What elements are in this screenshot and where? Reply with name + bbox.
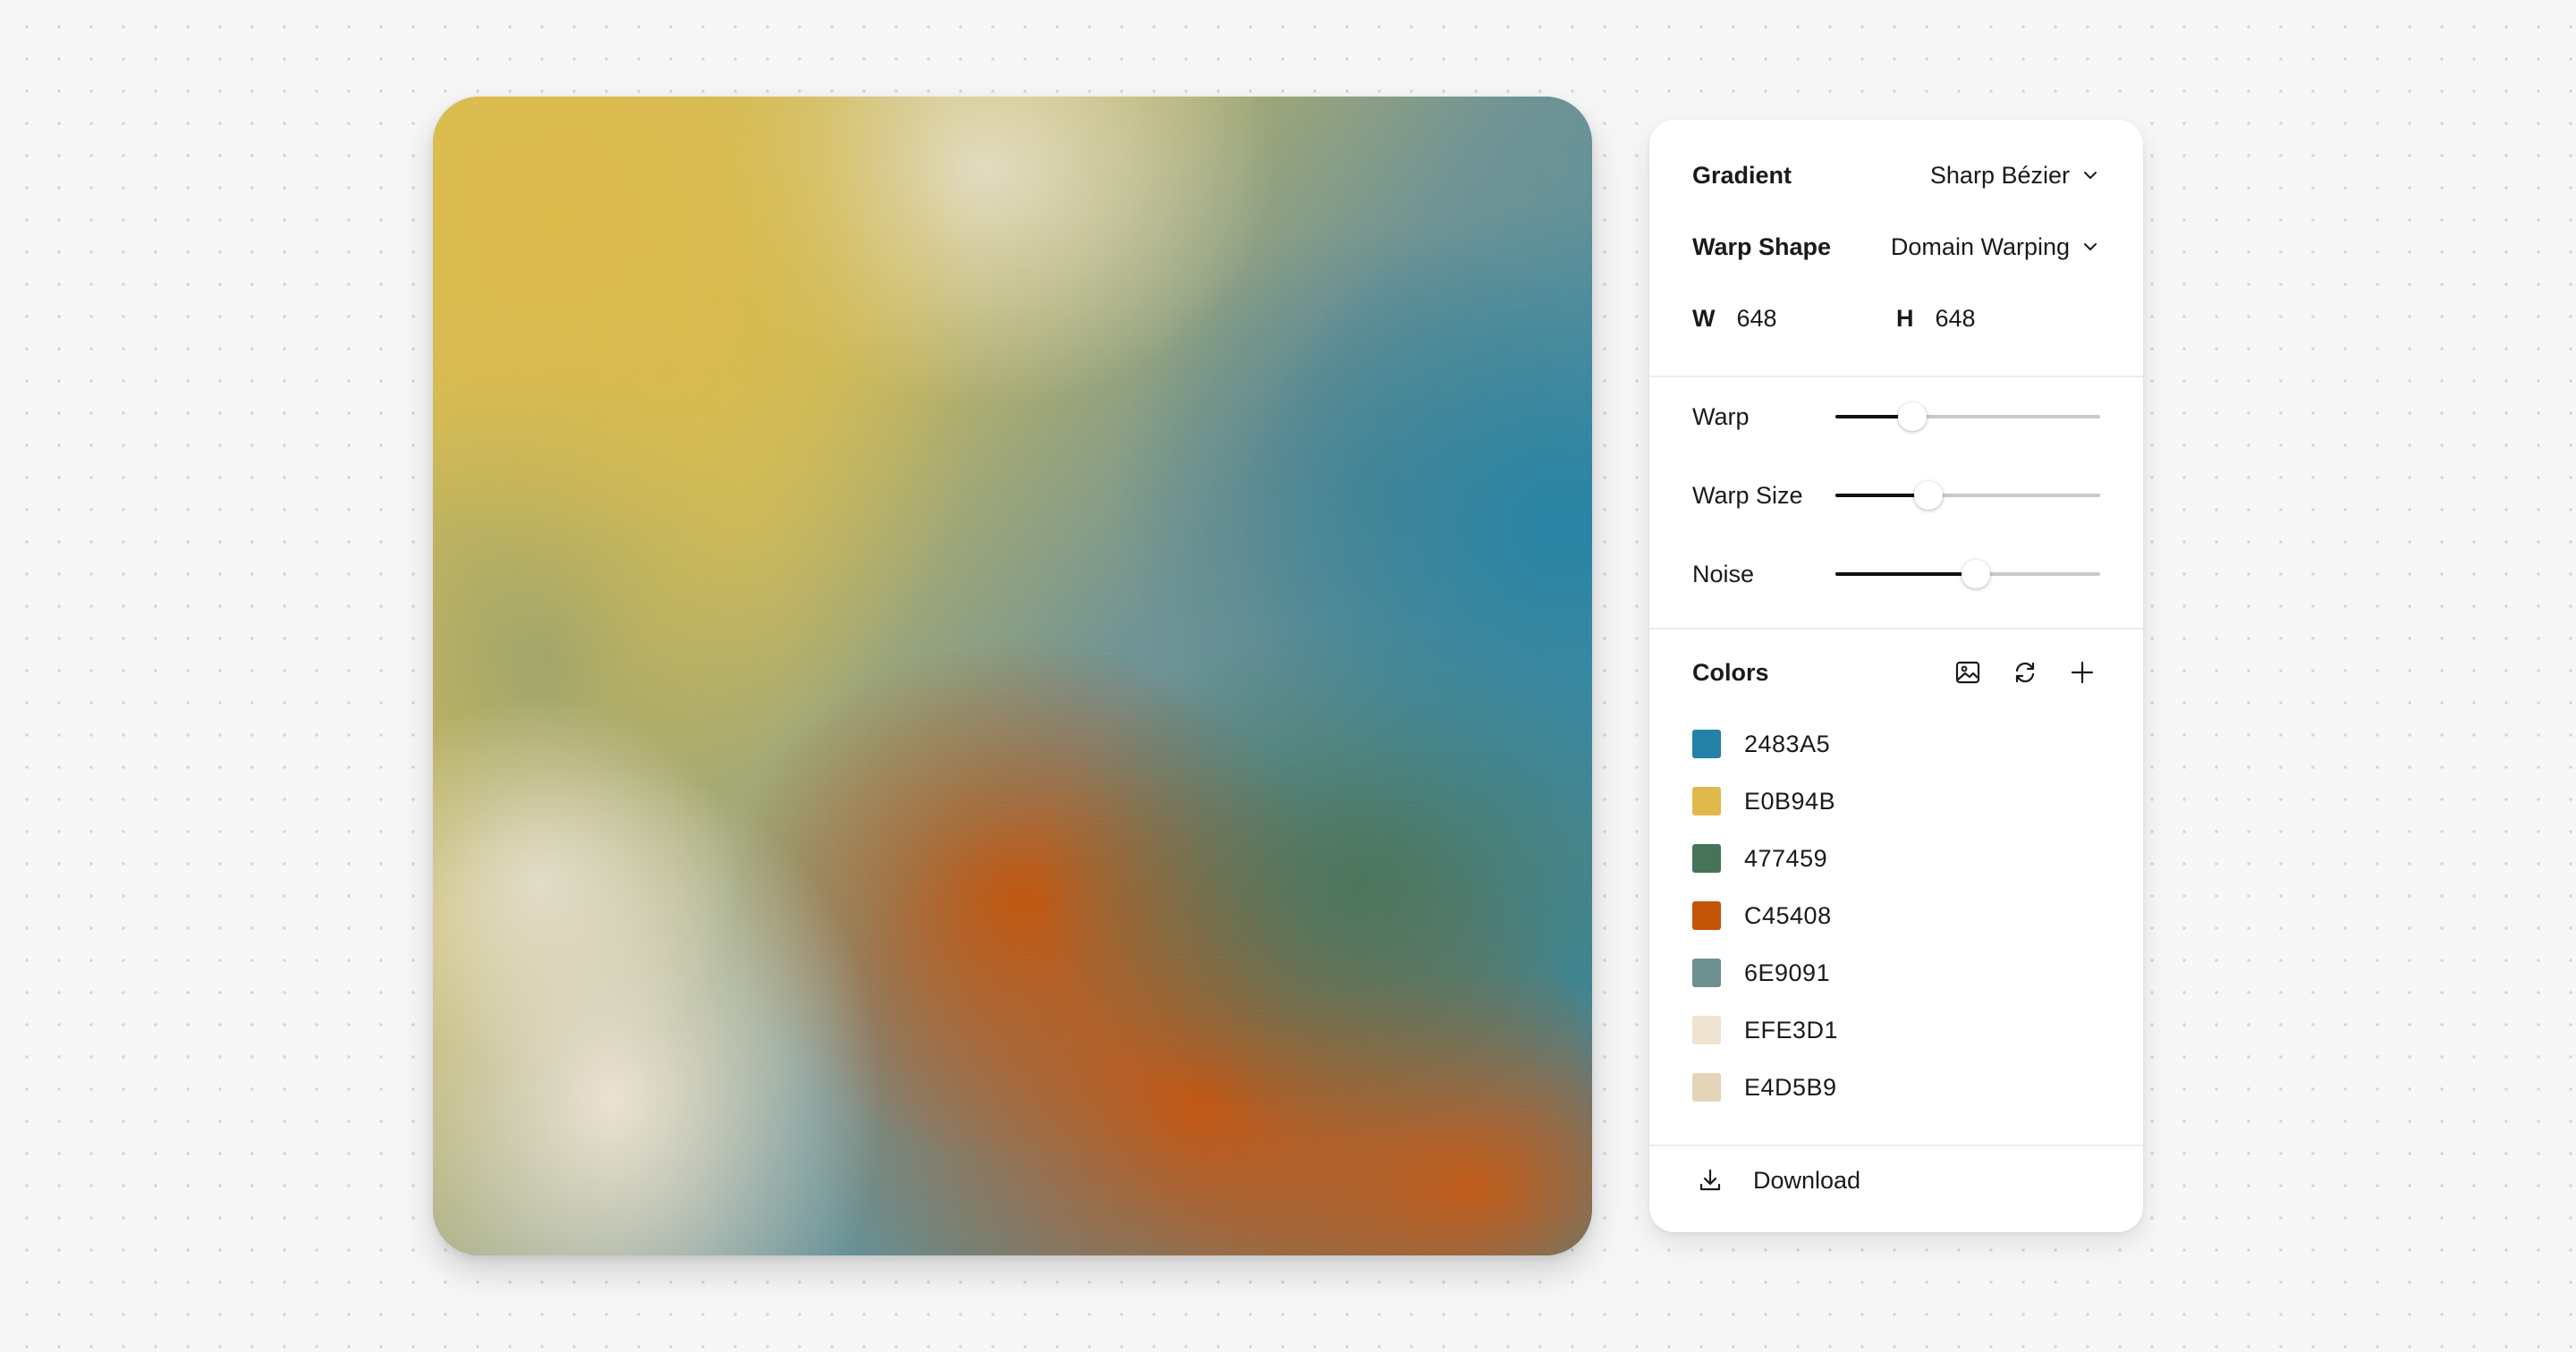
color-item[interactable]: C45408 (1692, 898, 1832, 934)
color-item[interactable]: 6E9091 (1692, 955, 1830, 991)
color-item[interactable]: 477459 (1692, 841, 1827, 876)
color-item[interactable]: E4D5B9 (1692, 1069, 1837, 1105)
dimensions-row: W 648 H 648 (1692, 293, 2100, 343)
chevron-down-icon (2080, 237, 2100, 257)
color-hex: E0B94B (1744, 787, 1836, 815)
noise-slider-row: Noise (1692, 549, 2100, 599)
download-button[interactable]: Download (1692, 1155, 1860, 1205)
warp-slider-row: Warp (1692, 392, 2100, 442)
download-label: Download (1753, 1166, 1861, 1194)
warp-label: Warp (1692, 402, 1750, 430)
image-icon[interactable] (1950, 655, 1986, 690)
color-hex: 477459 (1744, 844, 1828, 872)
gradient-canvas (433, 97, 1592, 1255)
plus-icon[interactable] (2064, 655, 2100, 690)
divider (1649, 1145, 2143, 1146)
warp-size-slider[interactable] (1835, 481, 2100, 510)
warp-slider-thumb[interactable] (1897, 402, 1927, 431)
divider (1649, 376, 2143, 377)
color-swatch[interactable] (1692, 730, 1721, 758)
chevron-down-icon (2080, 165, 2100, 185)
width-label: W (1692, 304, 1716, 332)
noise-slider-thumb[interactable] (1961, 560, 1990, 588)
color-hex: C45408 (1744, 901, 1832, 929)
height-value: 648 (1935, 304, 1976, 332)
color-item[interactable]: E0B94B (1692, 783, 1835, 819)
colors-header: Colors (1692, 647, 2100, 697)
color-swatch[interactable] (1692, 1073, 1721, 1102)
noise-grain-layer (433, 97, 1592, 1255)
colors-actions (1950, 655, 2100, 690)
refresh-icon[interactable] (2007, 655, 2043, 690)
color-swatch[interactable] (1692, 959, 1721, 987)
gradient-row: Gradient Sharp Bézier (1692, 150, 2100, 200)
height-field[interactable]: H 648 (1896, 305, 2100, 333)
colors-title: Colors (1692, 658, 1769, 686)
color-hex: 6E9091 (1744, 959, 1831, 986)
color-swatch[interactable] (1692, 901, 1721, 930)
warp-size-label: Warp Size (1692, 481, 1803, 509)
color-swatch[interactable] (1692, 1016, 1721, 1044)
warp-size-slider-row: Warp Size (1692, 470, 2100, 520)
color-hex: 2483A5 (1744, 730, 1831, 757)
gradient-select[interactable]: Sharp Bézier (1930, 162, 2100, 190)
warp-shape-select[interactable]: Domain Warping (1891, 233, 2100, 261)
color-item[interactable]: 2483A5 (1692, 726, 1830, 762)
color-item[interactable]: EFE3D1 (1692, 1012, 1838, 1048)
color-hex: EFE3D1 (1744, 1016, 1839, 1044)
noise-label: Noise (1692, 560, 1755, 587)
gradient-label: Gradient (1692, 161, 1792, 189)
warp-shape-select-value: Domain Warping (1890, 232, 2070, 260)
noise-slider-fill (1835, 572, 1976, 576)
warp-shape-label: Warp Shape (1692, 232, 1832, 260)
gradient-select-value: Sharp Bézier (1929, 161, 2070, 189)
warp-shape-row: Warp Shape Domain Warping (1692, 222, 2100, 272)
divider (1649, 628, 2143, 630)
warp-size-slider-thumb[interactable] (1913, 481, 1943, 510)
noise-slider[interactable] (1835, 560, 2100, 588)
settings-panel: Gradient Sharp Bézier Warp Shape Domain … (1649, 120, 2143, 1232)
color-swatch[interactable] (1692, 844, 1721, 873)
width-value: 648 (1736, 304, 1777, 332)
width-field[interactable]: W 648 (1692, 305, 1896, 333)
height-label: H (1896, 304, 1914, 332)
warp-slider[interactable] (1835, 402, 2100, 431)
download-icon (1692, 1162, 1728, 1198)
color-swatch[interactable] (1692, 787, 1721, 815)
color-hex: E4D5B9 (1744, 1073, 1837, 1101)
